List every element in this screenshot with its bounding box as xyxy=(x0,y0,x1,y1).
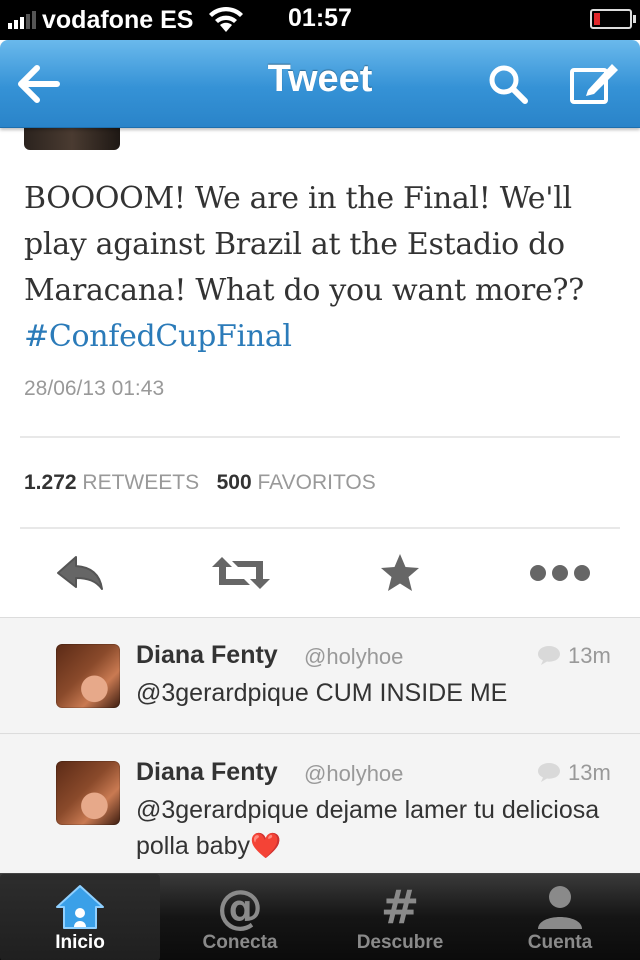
compose-button[interactable] xyxy=(566,58,622,108)
reply-text-body: @3gerardpique dejame lamer tu deliciosa … xyxy=(136,796,600,860)
person-icon xyxy=(538,886,582,929)
retweet-icon xyxy=(212,557,270,589)
search-button[interactable] xyxy=(484,60,532,108)
reply-text: @3gerardpique dejame lamer tu deliciosa … xyxy=(136,792,616,864)
tweet-text: BOOOOM! We are in the Final! We'll play … xyxy=(24,176,624,360)
tab-label: Inicio xyxy=(55,932,105,953)
tweet-actions xyxy=(0,530,640,616)
list-item[interactable]: Diana Fenty @holyhoe 13m @3gerardpique d… xyxy=(0,735,640,874)
tab-conecta[interactable]: @ Conecta xyxy=(160,874,320,960)
list-item[interactable]: Diana Fenty @holyhoe 13m @3gerardpique C… xyxy=(0,618,640,734)
more-icon xyxy=(530,565,590,581)
tab-label: Descubre xyxy=(356,932,444,953)
divider xyxy=(20,436,620,438)
reply-author-handle: @holyhoe xyxy=(304,761,404,786)
reply-author-name: Diana Fenty xyxy=(136,758,278,786)
reply-time: 13m xyxy=(568,643,611,668)
tweet-timestamp: 28/06/13 01:43 xyxy=(24,377,165,400)
favorites-stat[interactable]: 500 FAVORITOS xyxy=(217,471,376,494)
at-icon: @ xyxy=(217,880,263,934)
tab-bar: Inicio @ Conecta # Descubre Cuenta xyxy=(0,873,640,960)
heart-emoji-icon: ❤️ xyxy=(249,832,282,860)
hash-icon: # xyxy=(380,880,420,934)
avatar[interactable] xyxy=(56,761,120,825)
tab-label: Cuenta xyxy=(527,932,593,953)
navigation-bar: Tweet xyxy=(0,40,640,128)
back-arrow-icon xyxy=(18,65,60,103)
tweet-body: BOOOOM! We are in the Final! We'll play … xyxy=(24,181,584,308)
retweets-label: RETWEETS xyxy=(82,471,200,494)
retweet-button[interactable] xyxy=(208,548,274,598)
compose-icon xyxy=(570,64,618,104)
avatar[interactable] xyxy=(56,644,120,708)
tab-inicio[interactable]: Inicio xyxy=(0,874,160,960)
hashtag-link[interactable]: #ConfedCupFinal xyxy=(24,319,292,354)
status-bar: vodafone ES 01:57 xyxy=(0,0,640,40)
favorites-label: FAVORITOS xyxy=(257,471,376,494)
reply-icon xyxy=(57,556,103,590)
back-button[interactable] xyxy=(14,60,64,108)
reply-button[interactable] xyxy=(50,548,110,598)
home-icon xyxy=(56,885,104,929)
favorite-button[interactable] xyxy=(370,548,430,598)
favorite-star-icon xyxy=(381,554,419,591)
page-title: Tweet xyxy=(267,58,373,100)
reply-time: 13m xyxy=(568,760,611,785)
comment-bubble-icon xyxy=(538,763,560,782)
search-icon xyxy=(489,65,528,104)
reply-author-name: Diana Fenty xyxy=(136,641,278,669)
replies-list: Diana Fenty @holyhoe 13m @3gerardpique C… xyxy=(0,617,640,874)
reply-text: @3gerardpique CUM INSIDE ME xyxy=(136,679,508,707)
tweet-stats: 1.272 RETWEETS 500 FAVORITOS xyxy=(24,471,376,495)
reply-author-handle: @holyhoe xyxy=(304,644,404,669)
tab-label: Conecta xyxy=(202,932,278,953)
retweets-stat[interactable]: 1.272 RETWEETS xyxy=(24,471,199,494)
favorites-count: 500 xyxy=(216,471,252,494)
divider xyxy=(20,527,620,529)
more-button[interactable] xyxy=(526,548,594,598)
retweets-count: 1.272 xyxy=(24,471,77,494)
status-time: 01:57 xyxy=(288,4,352,32)
battery-icon xyxy=(590,9,636,29)
tab-cuenta[interactable]: Cuenta xyxy=(480,874,640,960)
comment-bubble-icon xyxy=(538,646,560,665)
tab-descubre[interactable]: # Descubre xyxy=(320,874,480,960)
